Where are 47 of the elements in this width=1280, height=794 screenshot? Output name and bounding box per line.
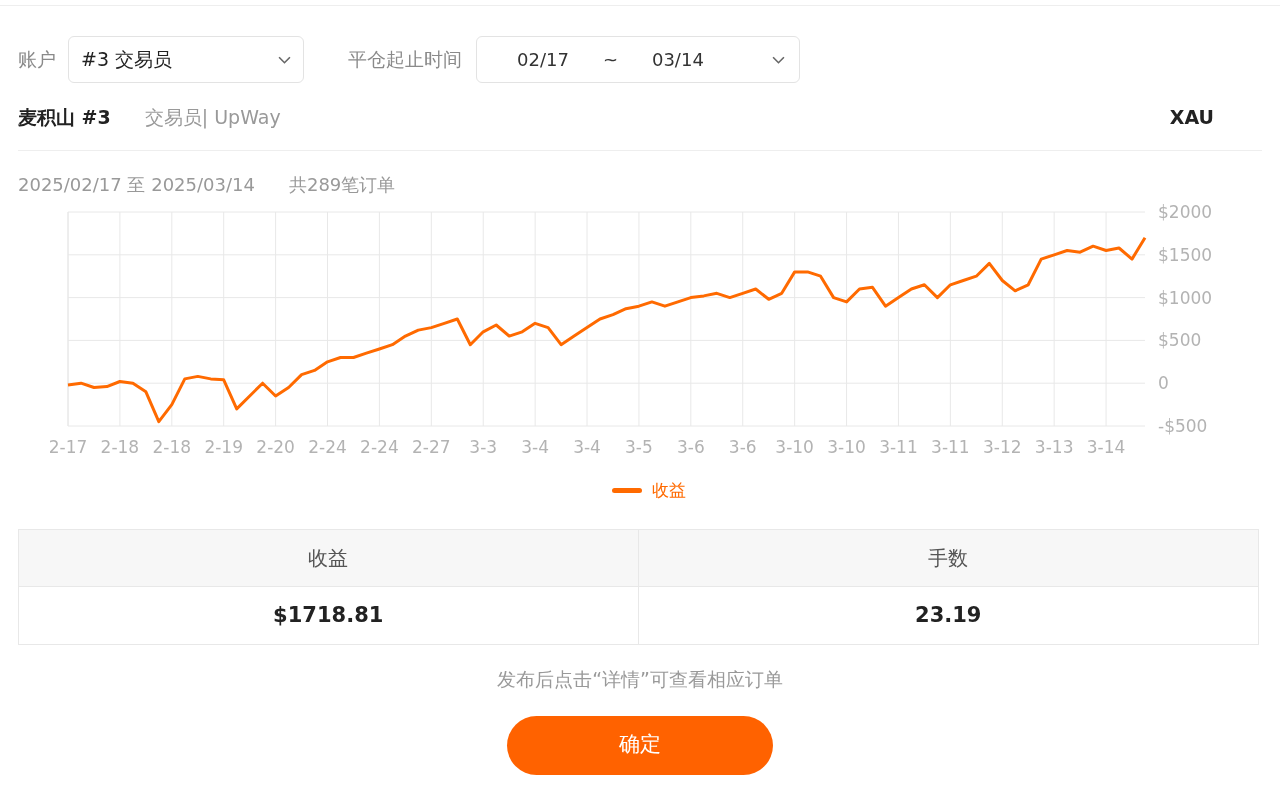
end-date: 03/14	[651, 48, 704, 72]
x-axis-label: 3-12	[982, 436, 1022, 457]
x-axis-label: 2-20	[256, 436, 295, 457]
table-cell: $1718.81	[19, 587, 639, 644]
x-axis-label: 3-4	[573, 436, 601, 457]
x-axis-label: 2-24	[308, 436, 347, 457]
x-axis-label: 2-18	[152, 436, 192, 457]
legend-label: 收益	[652, 478, 686, 502]
table-header-cell: 收益	[19, 530, 639, 587]
x-axis-label: 3-4	[521, 436, 549, 457]
chevron-down-icon	[278, 55, 291, 64]
account-select[interactable]: #3 交易员	[68, 36, 304, 83]
date-range-text: 2025/02/17 至 2025/03/14	[18, 172, 255, 197]
x-axis-label: 2-27	[412, 436, 451, 457]
x-axis-label: 3-6	[676, 436, 705, 457]
x-axis-label: 2-18	[100, 436, 140, 457]
chevron-down-icon	[772, 55, 785, 64]
y-axis-label: $1000	[1158, 287, 1213, 308]
y-axis-label: -$500	[1158, 415, 1208, 436]
y-axis-label: 0	[1158, 372, 1169, 393]
table-cell-text: 23.19	[914, 601, 983, 629]
start-date: 02/17	[517, 48, 569, 72]
x-axis-label: 2-24	[360, 436, 399, 457]
y-axis-label: $2000	[1158, 201, 1213, 222]
close-range-label: 平仓起止时间	[348, 47, 462, 73]
x-axis-label: 3-3	[469, 436, 498, 457]
x-axis-label: 3-10	[775, 436, 814, 457]
date-range-field[interactable]: 02/17 ~ 03/14	[476, 36, 800, 83]
trader-name: 麦积山 #3	[18, 105, 111, 130]
x-axis-label: 2-17	[48, 436, 88, 457]
account-label: 账户	[18, 47, 56, 73]
x-axis-label: 3-11	[931, 436, 970, 457]
hint-text: 发布后点击“详情”可查看相应订单	[497, 667, 783, 692]
table-header-cell: 手数	[638, 530, 1258, 587]
x-axis-label: 3-14	[1086, 436, 1126, 457]
x-axis-label: 3-13	[1034, 436, 1074, 457]
order-count: 共289笔订单	[288, 172, 396, 197]
y-axis-label: $1500	[1158, 244, 1213, 265]
y-axis-label: $500	[1158, 329, 1202, 350]
x-axis-label: 3-6	[728, 436, 757, 457]
x-axis-label: 3-10	[827, 436, 866, 457]
symbol-label: XAU	[1169, 105, 1214, 130]
range-separator: ~	[602, 48, 618, 72]
x-axis-label: 3-11	[879, 436, 918, 457]
x-axis-label: 2-19	[204, 436, 243, 457]
trader-subtitle: 交易员| UpWay	[144, 105, 281, 131]
x-axis-label: 3-5	[625, 436, 653, 457]
